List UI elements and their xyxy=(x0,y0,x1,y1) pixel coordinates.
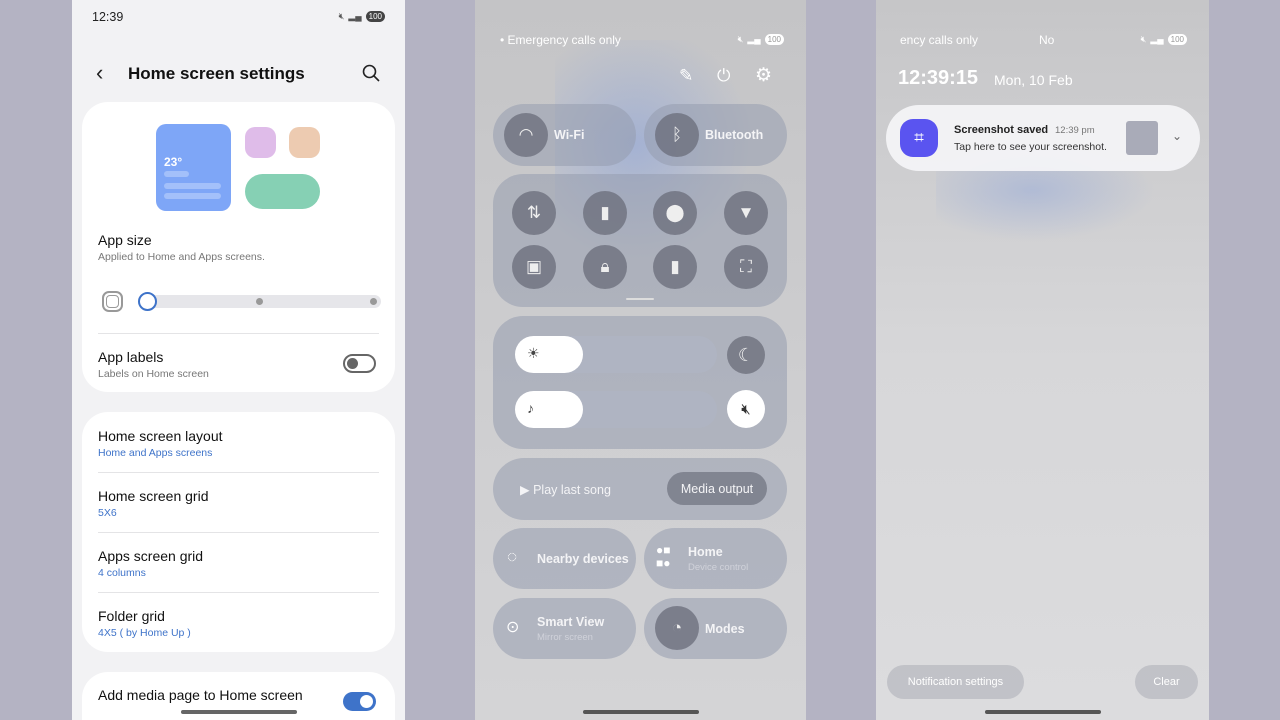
date: Mon, 10 Feb xyxy=(994,72,1073,88)
mute-toggle-icon[interactable]: 🔇︎ xyxy=(727,390,765,428)
app-labels-toggle[interactable] xyxy=(343,354,376,373)
home-icon: ●■ ■● xyxy=(656,543,671,570)
status-icons: 🔇︎ ▂▄ 100 xyxy=(339,11,385,22)
signal-icon: ▂▄ xyxy=(1150,34,1164,44)
screen-record-icon[interactable]: ⛶ xyxy=(724,245,768,289)
search-icon[interactable] xyxy=(362,64,380,82)
media-page-label: Add media page to Home screen xyxy=(98,687,303,703)
edit-icon[interactable]: ✎ xyxy=(679,66,693,86)
dark-mode-icon[interactable]: ☾ xyxy=(727,336,765,374)
power-saving-icon[interactable]: ▮ xyxy=(583,191,627,235)
app-size-slider[interactable] xyxy=(138,292,381,311)
notification-time: 12:39 pm xyxy=(1055,125,1095,136)
status-icons: 🔇︎ ▂▄ 100 xyxy=(1141,34,1187,45)
settings-icon[interactable]: ⚙ xyxy=(755,64,772,87)
smart-view-icon: ⊙ xyxy=(506,619,520,636)
signal-icon: ▂▄ xyxy=(747,34,761,44)
carrier-status: • Emergency calls only xyxy=(500,33,621,47)
preview-app-icon xyxy=(245,127,276,158)
screenshot-thumbnail xyxy=(1126,121,1158,155)
preview-weather-widget: 23° xyxy=(156,124,231,211)
quick-panel: • Emergency calls only 🔇︎ ▂▄ 100 ✎ ⏻ ⚙ ◠… xyxy=(475,0,806,720)
bluetooth-icon: ᛒ xyxy=(655,113,699,157)
quick-toggles-grid: ⇅ ▮ ⬤ ▼ ▣ 🔒︎ ▮ ⛶ xyxy=(493,174,787,307)
wifi-icon: ◠ xyxy=(504,113,548,157)
app-size-icon xyxy=(102,291,123,312)
network-status: No xyxy=(1039,33,1055,47)
preview-widget xyxy=(245,174,320,209)
smart-view-tile[interactable]: ⊙ Smart View Mirror screen xyxy=(493,598,636,659)
nav-handle xyxy=(582,710,699,714)
location-icon[interactable]: ⬤ xyxy=(653,191,697,235)
cast-icon[interactable]: ▣ xyxy=(512,245,556,289)
mute-icon: 🔇︎ xyxy=(1140,34,1147,44)
notification-settings-button[interactable]: Notification settings xyxy=(887,665,1024,699)
notification-title: Screenshot saved xyxy=(954,124,1049,136)
preview-app-icon xyxy=(289,127,320,158)
home-screen-settings-panel: 12:39 🔇︎ ▂▄ 100 ‹ Home screen settings 2… xyxy=(72,0,405,720)
media-tile: ▶ Play last song Media output xyxy=(493,458,787,520)
app-labels-label: App labels xyxy=(98,349,164,365)
nav-handle xyxy=(984,710,1101,714)
expand-handle[interactable] xyxy=(626,298,654,300)
modes-icon: ◔ xyxy=(655,606,699,650)
home-device-control-tile[interactable]: ●■ ■● Home Device control xyxy=(644,528,787,589)
layout-settings-card: Home screen layout Home and Apps screens… xyxy=(82,412,395,652)
battery-icon: 100 xyxy=(365,11,385,22)
nearby-devices-icon: ◌ xyxy=(507,547,518,566)
app-labels-sub: Labels on Home screen xyxy=(98,368,209,380)
bluetooth-tile[interactable]: ᛒ Bluetooth xyxy=(644,104,787,166)
signal-icon: ▂▄ xyxy=(348,11,362,21)
notification-panel: ency calls only No 🔇︎ ▂▄ 100 12:39:15 Mo… xyxy=(876,0,1209,720)
clear-button[interactable]: Clear xyxy=(1135,665,1198,699)
status-icons: 🔇︎ ▂▄ 100 xyxy=(738,34,784,45)
modes-tile[interactable]: ◔ Modes xyxy=(644,598,787,659)
nav-handle xyxy=(180,710,297,714)
data-transfer-icon[interactable]: ⇅ xyxy=(512,191,556,235)
settings-item-folder-grid[interactable]: Folder grid 4X5 ( by Home Up ) xyxy=(82,592,395,652)
media-page-toggle[interactable] xyxy=(343,692,376,711)
power-icon[interactable]: ⏻ xyxy=(717,66,730,86)
settings-item-home-screen-grid[interactable]: Home screen grid 5X6 xyxy=(82,472,395,532)
brightness-slider[interactable]: ☀ xyxy=(515,336,717,373)
expand-chevron-icon[interactable]: ⌄ xyxy=(1172,129,1182,143)
nearby-devices-tile[interactable]: ◌ Nearby devices xyxy=(493,528,636,589)
battery-icon: 100 xyxy=(1167,34,1187,45)
volume-icon: ♪ xyxy=(527,400,534,416)
screenshot-notification[interactable]: ⌗ Screenshot saved 12:39 pm Tap here to … xyxy=(886,105,1200,171)
secure-folder-icon[interactable]: 🔒︎ xyxy=(583,245,627,289)
page-title: Home screen settings xyxy=(128,64,305,83)
mute-icon: 🔇︎ xyxy=(737,34,744,44)
slider-thumb[interactable] xyxy=(138,292,157,311)
battery-icon: 100 xyxy=(764,34,784,45)
settings-item-home-screen-layout[interactable]: Home screen layout Home and Apps screens xyxy=(82,412,395,472)
screenshot-app-icon: ⌗ xyxy=(900,119,938,157)
play-last-song-button[interactable]: ▶ Play last song xyxy=(520,482,611,497)
notification-body: Tap here to see your screenshot. xyxy=(954,141,1107,153)
app-size-sub: Applied to Home and Apps screens. xyxy=(98,251,265,263)
sliders-card: ☀ ☾ ♪ 🔇︎ xyxy=(493,316,787,449)
mute-icon: 🔇︎ xyxy=(338,11,345,21)
app-size-card: 23° App size Applied to Home and Apps sc… xyxy=(82,102,395,392)
media-output-button[interactable]: Media output xyxy=(667,472,767,505)
back-button[interactable]: ‹ xyxy=(96,60,103,86)
wifi-tile[interactable]: ◠ Wi-Fi xyxy=(493,104,636,166)
flashlight-icon[interactable]: ▼ xyxy=(724,191,768,235)
settings-item-apps-screen-grid[interactable]: Apps screen grid 4 columns xyxy=(82,532,395,592)
clock: 12:39:15 xyxy=(898,67,979,89)
brightness-icon: ☀ xyxy=(527,345,540,361)
carrier-status: ency calls only xyxy=(900,33,979,47)
volume-slider[interactable]: ♪ xyxy=(515,391,717,428)
battery-shield-icon[interactable]: ▮ xyxy=(653,245,697,289)
status-time: 12:39 xyxy=(92,10,124,24)
app-size-label: App size xyxy=(98,232,152,248)
